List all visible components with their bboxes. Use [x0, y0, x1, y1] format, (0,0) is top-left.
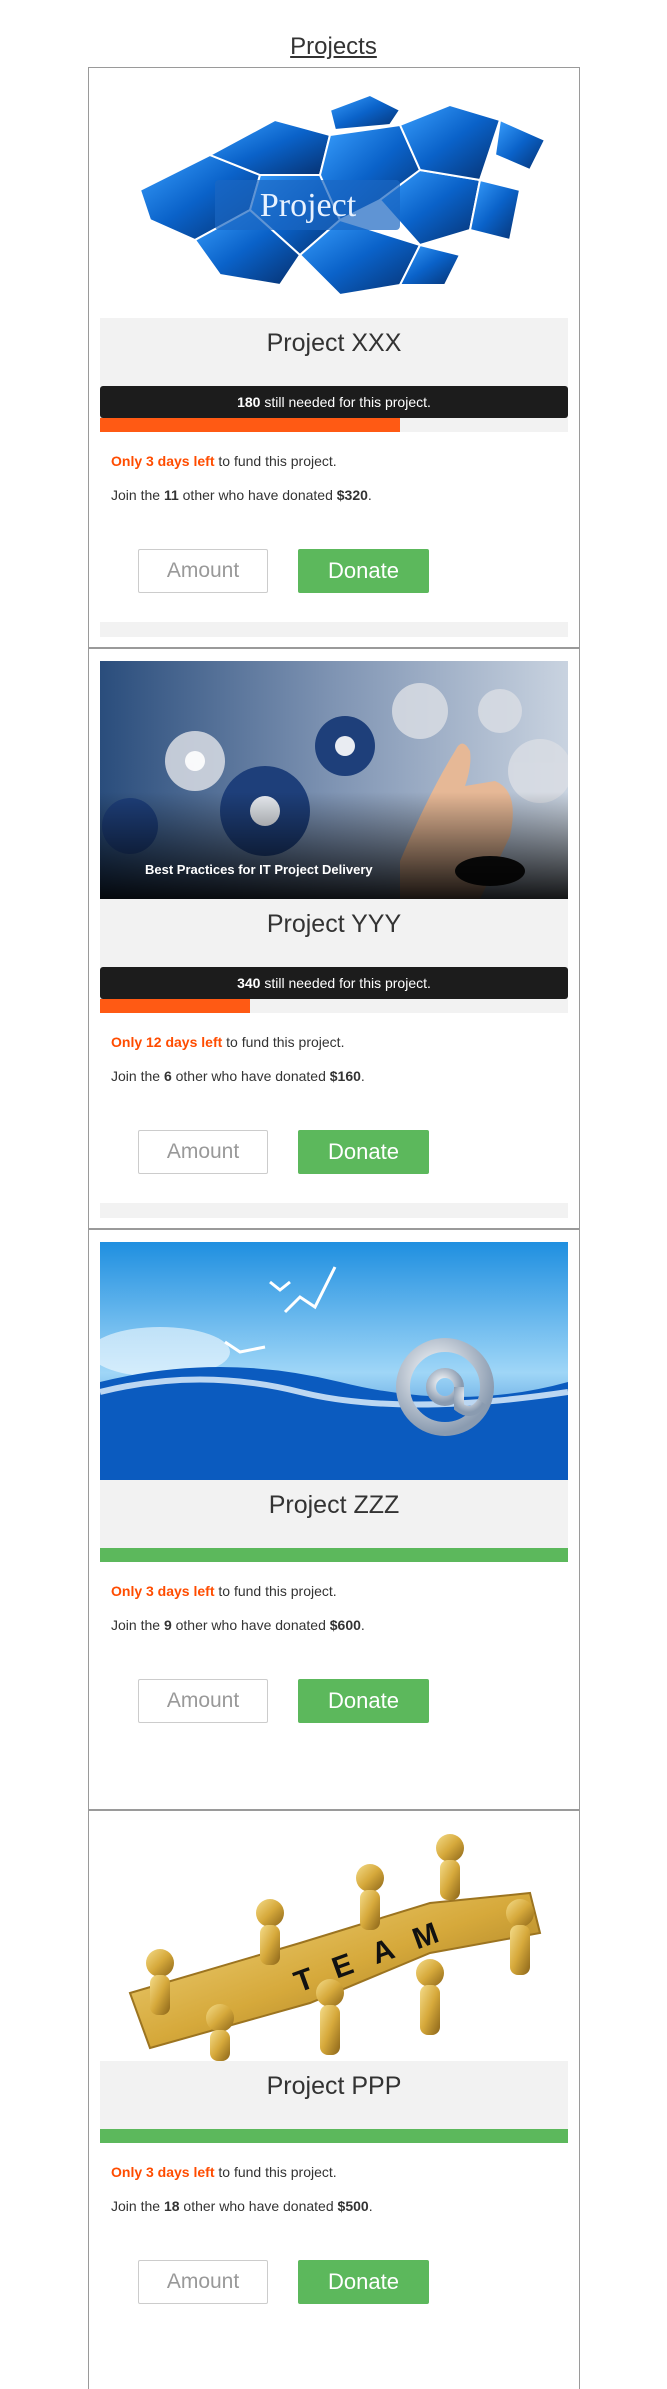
info-panel: Only 3 days left to fund this project. J… [100, 1562, 568, 1799]
puzzle-image-label: Project [260, 187, 357, 224]
project-card-ppp: TEAM Project PPP Only 3 days left to fun… [88, 1810, 580, 2389]
info-panel: Only 12 days left to fund this project. … [100, 1013, 568, 1203]
progress-fill [100, 999, 250, 1013]
at-sign-ocean-illustration [100, 1242, 568, 1480]
donor-count: 6 [163, 1068, 172, 1084]
days-suffix: to fund this project. [214, 453, 337, 469]
page-title[interactable]: Projects [0, 30, 667, 64]
donated-total: $160 [329, 1068, 361, 1084]
join-suffix: . [360, 1617, 365, 1633]
progress-fill [100, 418, 400, 432]
join-suffix: . [360, 1068, 365, 1084]
donate-button[interactable]: Donate [298, 1679, 429, 1723]
project-image-team: TEAM [100, 1823, 568, 2061]
amount-input[interactable] [138, 549, 268, 593]
join-mid: other who have donated [178, 487, 337, 503]
progress-fill [100, 2129, 568, 2143]
project-name: Project PPP [266, 2072, 402, 2100]
needed-amount: 340 [237, 975, 261, 991]
join-mid: other who have donated [171, 1617, 330, 1633]
join-mid: other who have donated [179, 2198, 338, 2214]
join-suffix: . [367, 487, 372, 503]
needed-text: still needed for this project. [260, 394, 431, 410]
days-suffix: to fund this project. [214, 1583, 337, 1599]
donor-count: 11 [163, 487, 179, 503]
donated-total: $500 [337, 2198, 369, 2214]
donated-total: $600 [329, 1617, 361, 1633]
project-list: Project Project XXX 180 still needed for… [88, 67, 580, 2389]
progress-bar [100, 2129, 568, 2143]
join-prefix: Join the [111, 2198, 164, 2214]
progress-bar [100, 418, 568, 432]
needed-text: still needed for this project. [260, 975, 431, 991]
days-left: Only 3 days left [111, 1583, 215, 1599]
project-name: Project ZZZ [268, 1491, 400, 1519]
progress-fill [100, 1548, 568, 1562]
needed-amount: 180 [237, 394, 261, 410]
join-prefix: Join the [111, 1068, 164, 1084]
donors-line: Join the 18 other who have donated $500. [111, 2197, 373, 2215]
project-name: Project XXX [266, 329, 402, 357]
info-panel: Only 3 days left to fund this project. J… [100, 2143, 568, 2380]
project-image-ocean [100, 1242, 568, 1480]
project-image-gears: Best Practices for IT Project Delivery [100, 661, 568, 899]
project-image-puzzle: Project [100, 80, 568, 318]
amount-input[interactable] [138, 1679, 268, 1723]
progress-bar [100, 999, 568, 1013]
project-card-zzz: Project ZZZ Only 3 days left to fund thi… [88, 1229, 580, 1810]
days-left: Only 3 days left [111, 453, 215, 469]
card-inner: TEAM Project PPP Only 3 days left to fun… [100, 1823, 568, 2380]
donate-button[interactable]: Donate [298, 549, 429, 593]
join-prefix: Join the [111, 487, 164, 503]
gears-illustration: Best Practices for IT Project Delivery [100, 661, 568, 899]
gears-image-caption: Best Practices for IT Project Delivery [145, 862, 373, 877]
donated-total: $320 [336, 487, 368, 503]
funding-tooltip: 340 still needed for this project. [100, 967, 568, 1005]
project-name: Project YYY [266, 910, 402, 938]
donate-button[interactable]: Donate [298, 2260, 429, 2304]
amount-input[interactable] [138, 1130, 268, 1174]
days-left: Only 3 days left [111, 2164, 215, 2180]
join-mid: other who have donated [171, 1068, 330, 1084]
donors-line: Join the 9 other who have donated $600. [111, 1616, 365, 1634]
card-inner: Project ZZZ Only 3 days left to fund thi… [100, 1242, 568, 1799]
days-left: Only 12 days left [111, 1034, 223, 1050]
days-suffix: to fund this project. [214, 2164, 337, 2180]
donor-count: 9 [163, 1617, 172, 1633]
card-inner: Best Practices for IT Project Delivery P… [100, 661, 568, 1218]
days-suffix: to fund this project. [222, 1034, 345, 1050]
project-card-xxx: Project Project XXX 180 still needed for… [88, 67, 580, 648]
progress-bar [100, 1548, 568, 1562]
info-panel: Only 3 days left to fund this project. J… [100, 432, 568, 622]
puzzle-illustration: Project [100, 80, 568, 318]
donors-line: Join the 6 other who have donated $160. [111, 1067, 365, 1085]
team-puzzle-illustration: TEAM [100, 1823, 568, 2061]
card-inner: Project Project XXX 180 still needed for… [100, 80, 568, 637]
donate-button[interactable]: Donate [298, 1130, 429, 1174]
join-suffix: . [368, 2198, 373, 2214]
days-left-line: Only 3 days left to fund this project. [111, 1582, 337, 1600]
project-card-yyy: Best Practices for IT Project Delivery P… [88, 648, 580, 1229]
join-prefix: Join the [111, 1617, 164, 1633]
donors-line: Join the 11 other who have donated $320. [111, 486, 372, 504]
donor-count: 18 [163, 2198, 180, 2214]
funding-tooltip: 180 still needed for this project. [100, 386, 568, 424]
days-left-line: Only 3 days left to fund this project. [111, 2163, 337, 2181]
days-left-line: Only 3 days left to fund this project. [111, 452, 337, 470]
days-left-line: Only 12 days left to fund this project. [111, 1033, 344, 1051]
amount-input[interactable] [138, 2260, 268, 2304]
